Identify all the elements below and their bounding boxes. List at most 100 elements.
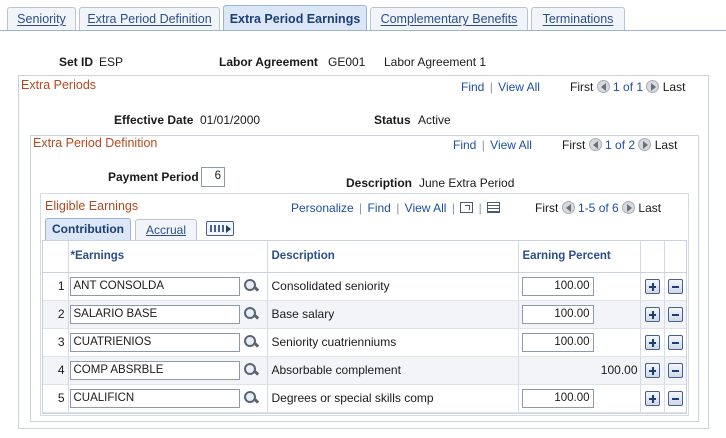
tab-extra-period-earnings[interactable]: Extra Period Earnings — [223, 5, 367, 31]
row-number: 4 — [43, 356, 69, 385]
effective-date-value: 01/01/2000 — [200, 113, 261, 127]
personalize-link[interactable]: Personalize — [291, 201, 354, 215]
download-grid-icon[interactable] — [487, 202, 501, 213]
find-link[interactable]: Find — [461, 80, 484, 94]
tab-complementary-benefits[interactable]: Complementary Benefits — [370, 7, 528, 30]
delete-row-icon[interactable] — [667, 362, 683, 378]
eligible-earnings-pager: First 1-5 of 6 Last — [535, 201, 661, 215]
tab-label: Seniority — [17, 12, 66, 26]
earning-percent-cell: 100.00 — [518, 272, 641, 301]
column-header-earnings: *Earnings — [68, 241, 268, 273]
earnings-code-input[interactable]: COMP ABSRBLE — [69, 360, 240, 380]
status-label: Status — [374, 113, 411, 127]
earning-percent-input[interactable]: 100.00 — [521, 304, 594, 324]
earning-percent-input[interactable]: 100.00 — [521, 332, 594, 352]
add-row-icon[interactable] — [644, 334, 660, 350]
tab-seniority[interactable]: Seniority — [7, 7, 76, 30]
show-all-columns-icon[interactable] — [206, 221, 234, 236]
earning-percent-value: 100.00 — [600, 363, 638, 377]
earnings-cell: ANT CONSOLDA — [68, 272, 268, 301]
subtab-contribution[interactable]: Contribution — [45, 218, 131, 240]
previous-icon[interactable] — [596, 80, 610, 93]
delete-row-icon[interactable] — [667, 390, 683, 406]
view-all-link[interactable]: View All — [490, 138, 532, 152]
count-label: 1 of 1 — [613, 80, 644, 94]
find-link[interactable]: Find — [368, 201, 391, 215]
labor-agreement-label: Labor Agreement — [219, 55, 318, 69]
add-row-cell — [640, 384, 665, 413]
eligible-earnings-nav: Personalize | Find | View All | | — [291, 201, 501, 215]
count-label: 1 of 2 — [605, 138, 636, 152]
previous-icon[interactable] — [561, 201, 575, 214]
view-all-link[interactable]: View All — [405, 201, 447, 215]
earnings-code-input[interactable]: CUALIFICN — [69, 388, 240, 408]
new-window-icon[interactable] — [460, 202, 474, 213]
find-link[interactable]: Find — [453, 138, 476, 152]
earnings-code-input[interactable]: SALARIO BASE — [69, 304, 240, 324]
extra-period-definition-title: Extra Period Definition — [33, 136, 158, 150]
tab-extra-period-definition[interactable]: Extra Period Definition — [79, 7, 220, 30]
tab-label: Extra Period Earnings — [229, 12, 361, 26]
lookup-icon[interactable] — [243, 334, 259, 350]
delete-row-icon[interactable] — [667, 334, 683, 350]
previous-icon[interactable] — [588, 138, 602, 151]
delete-row-icon[interactable] — [667, 306, 683, 322]
table-row: 1 ANT CONSOLDA Consolidated seniority 100.0… — [43, 272, 686, 301]
extra-periods-nav: Find | View All — [461, 80, 540, 94]
add-column-header — [640, 241, 665, 273]
eligible-earnings-title: Eligible Earnings — [45, 199, 139, 213]
earnings-cell: CUATRIENIOS — [68, 328, 268, 357]
earning-percent-cell: 100.00 — [518, 356, 641, 385]
earning-percent-cell: 100.00 — [518, 300, 641, 329]
description-cell: Seniority cuatrienniums — [267, 328, 519, 357]
extra-periods-title: Extra Periods — [21, 78, 97, 92]
table-row: 5 CUALIFICN Degrees or special skills comp… — [43, 384, 686, 413]
add-row-icon[interactable] — [644, 390, 660, 406]
add-row-cell — [640, 300, 665, 329]
last-label: Last — [638, 201, 662, 215]
earning-percent-input[interactable]: 100.00 — [521, 276, 594, 296]
status-value: Active — [418, 113, 451, 127]
view-all-link[interactable]: View All — [498, 80, 540, 94]
count-label: 1-5 of 6 — [578, 201, 619, 215]
labor-agreement-desc: Labor Agreement 1 — [384, 55, 487, 69]
effective-date-label: Effective Date — [114, 113, 194, 127]
lookup-icon[interactable] — [243, 306, 259, 322]
subtab-label: Contribution — [52, 222, 124, 236]
earnings-cell: CUALIFICN — [68, 384, 268, 413]
next-icon[interactable] — [622, 201, 636, 214]
description-cell: Base salary — [267, 300, 519, 329]
lookup-icon[interactable] — [243, 278, 259, 294]
first-label: First — [570, 80, 594, 94]
delete-row-icon[interactable] — [667, 278, 683, 294]
lookup-icon[interactable] — [243, 390, 259, 406]
row-number: 2 — [43, 300, 69, 329]
table-row: 2 SALARIO BASE Base salary 100.00 — [43, 300, 686, 329]
earnings-code-input[interactable]: ANT CONSOLDA — [69, 276, 240, 296]
description-cell: Degrees or special skills comp — [267, 384, 519, 413]
tab-terminations[interactable]: Terminations — [531, 7, 625, 30]
delete-row-cell — [664, 384, 686, 413]
next-icon[interactable] — [646, 80, 660, 93]
delete-row-cell — [664, 272, 686, 301]
table-row: 4 COMP ABSRBLE Absorbable complement 100.00 — [43, 356, 686, 385]
add-row-icon[interactable] — [644, 362, 660, 378]
tab-label: Terminations — [542, 12, 614, 26]
payment-period-input[interactable]: 6 — [201, 167, 225, 187]
earning-percent-input[interactable]: 100.00 — [521, 388, 594, 408]
earnings-cell: COMP ABSRBLE — [68, 356, 268, 385]
delete-row-cell — [664, 328, 686, 357]
table-row: 3 CUATRIENIOS Seniority cuatrienniums 100.0… — [43, 328, 686, 357]
tab-divider — [0, 30, 726, 31]
next-icon[interactable] — [638, 138, 652, 151]
earnings-code-input[interactable]: CUATRIENIOS — [69, 332, 240, 352]
rownum-header — [43, 241, 69, 273]
add-row-icon[interactable] — [644, 306, 660, 322]
subtab-accrual[interactable]: Accrual — [135, 219, 197, 241]
column-header-earning-percent: Earning Percent — [518, 241, 641, 273]
setid-value: ESP — [99, 55, 124, 69]
add-row-icon[interactable] — [644, 278, 660, 294]
lookup-icon[interactable] — [243, 362, 259, 378]
column-header-description: Description — [267, 241, 519, 273]
delete-row-cell — [664, 300, 686, 329]
